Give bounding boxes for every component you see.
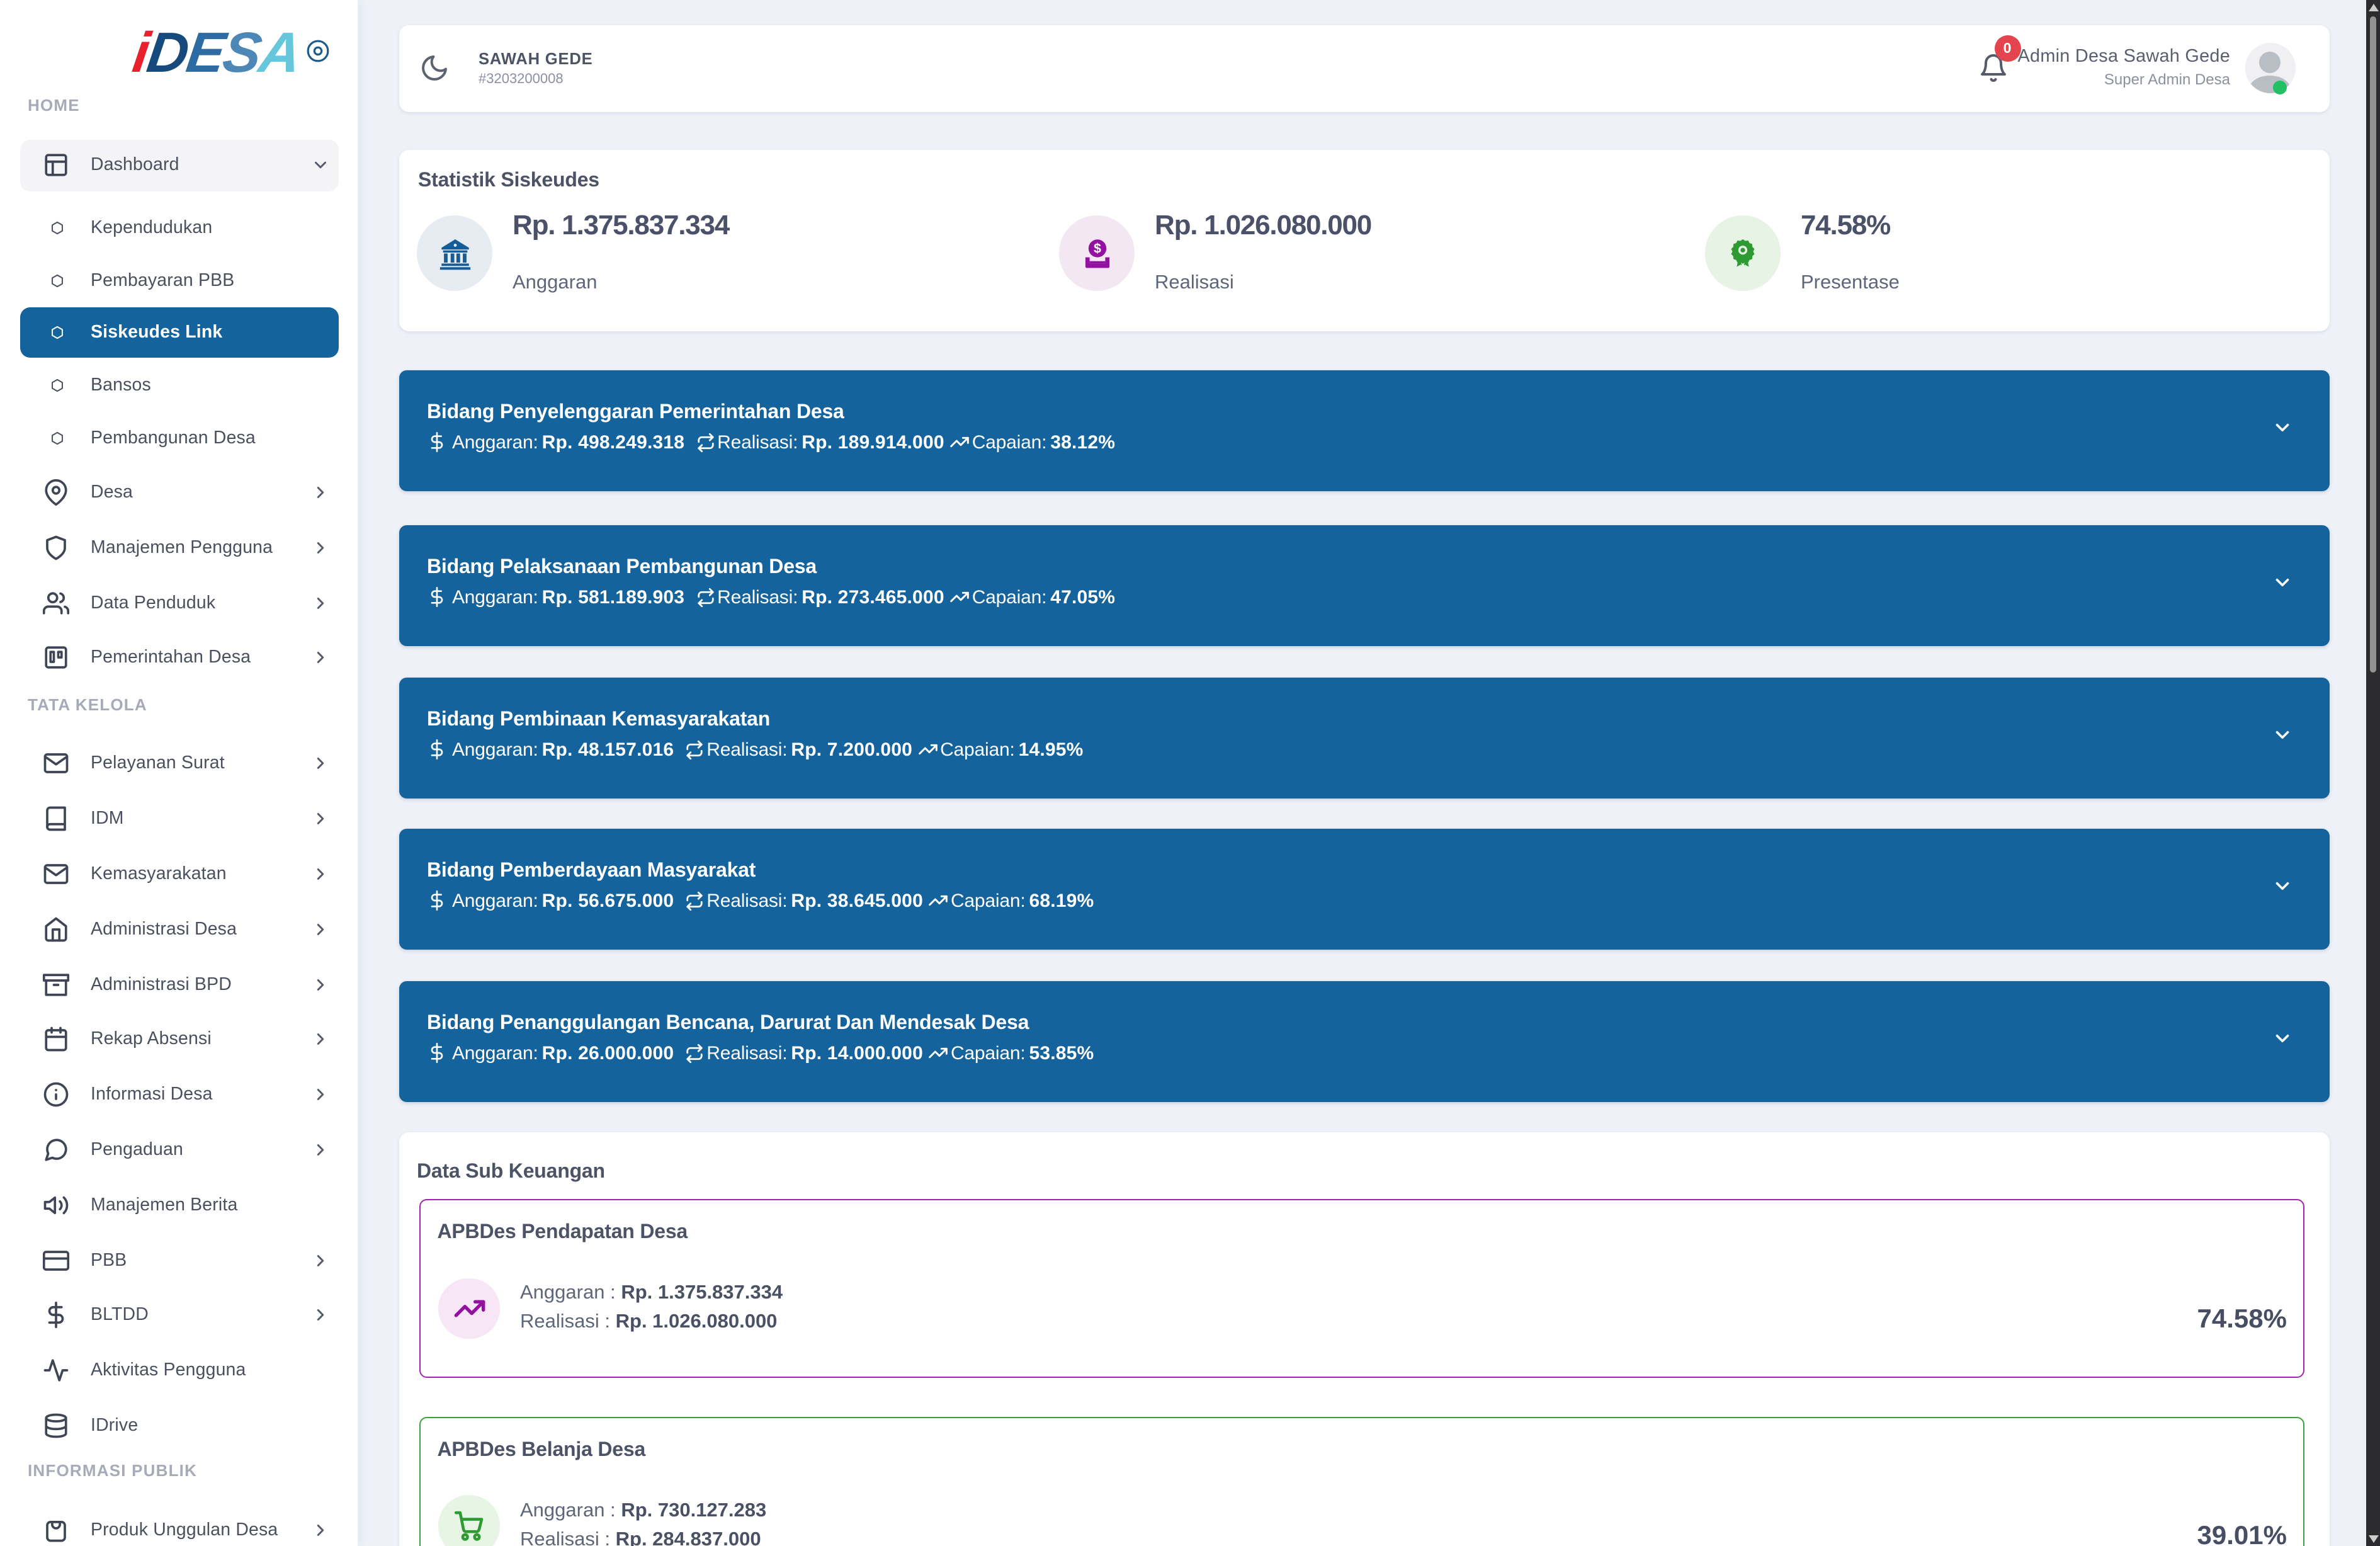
svg-text:$: $ <box>1093 241 1101 256</box>
